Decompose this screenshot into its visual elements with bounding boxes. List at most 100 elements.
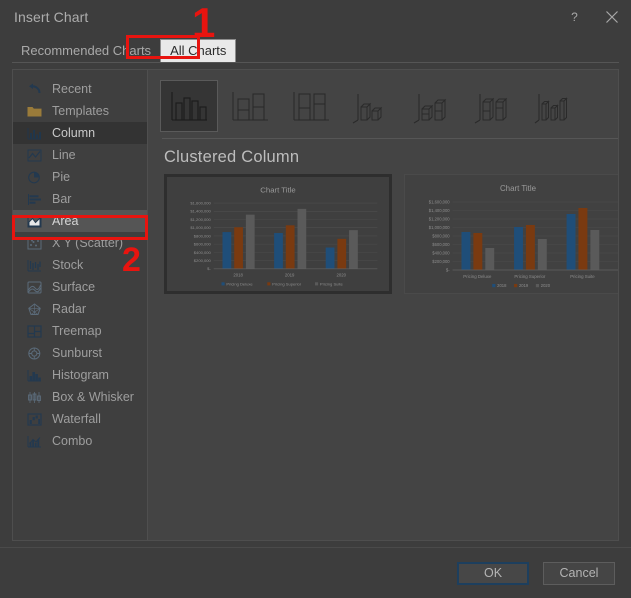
subtype-3d-100-percent-stacked-column[interactable]: [465, 80, 523, 132]
sidebar-item-area[interactable]: Area: [13, 210, 147, 232]
legend-entry: 2018: [497, 283, 507, 288]
sidebar-item-sunburst[interactable]: Sunburst: [13, 342, 147, 364]
insert-chart-dialog: Insert Chart ? Recommended Charts All Ch…: [0, 0, 631, 598]
ytick: $400,000: [194, 250, 212, 255]
chart-subtype-pane: Clustered Column Chart Title $1,600,000 …: [148, 70, 618, 540]
dialog-footer: OK Cancel: [0, 547, 631, 598]
close-icon[interactable]: [593, 0, 631, 33]
subtype-100-percent-stacked-column[interactable]: [282, 80, 340, 132]
sidebar-item-column[interactable]: Column: [13, 122, 147, 144]
tab-strip: Recommended Charts All Charts: [0, 33, 631, 63]
sidebar-item-label: Bar: [52, 192, 72, 206]
ytick: $-: [207, 266, 211, 271]
sidebar-item-pie[interactable]: Pie: [13, 166, 147, 188]
subtype-separator: [162, 138, 618, 139]
sidebar-item-label: Combo: [52, 434, 93, 448]
sidebar-item-label: Box & Whisker: [52, 390, 134, 404]
line-chart-icon: [26, 148, 43, 163]
sidebar-item-surface[interactable]: Surface: [13, 276, 147, 298]
sidebar-item-label: Surface: [52, 280, 96, 294]
chart-preview-by-year[interactable]: Chart Title $1,600,000 $1,400,000 $1,200…: [164, 174, 392, 294]
sidebar-item-recent[interactable]: Recent: [13, 78, 147, 100]
legend-entry: 2020: [541, 283, 551, 288]
sidebar-item-stock[interactable]: Stock: [13, 254, 147, 276]
chart-preview-by-tier[interactable]: Chart Title $1,600,000 $1,400,000 $1,200…: [404, 174, 618, 294]
dialog-body: Recent Templates Column Line Pie Bar Are…: [12, 69, 619, 541]
sidebar-item-treemap[interactable]: Treemap: [13, 320, 147, 342]
subtype-stacked-column[interactable]: [221, 80, 279, 132]
sidebar-item-combo[interactable]: Combo: [13, 430, 147, 452]
sidebar-item-label: Waterfall: [52, 412, 101, 426]
sidebar-item-label: Pie: [52, 170, 71, 184]
ok-button[interactable]: OK: [457, 561, 529, 585]
sidebar-item-box-whisker[interactable]: Box & Whisker: [13, 386, 147, 408]
chart-preview-row: Chart Title $1,600,000 $1,400,000 $1,200…: [160, 174, 618, 294]
xtick: Pricing Superior: [514, 274, 546, 279]
sidebar-item-bar[interactable]: Bar: [13, 188, 147, 210]
bar-chart-icon: [26, 192, 43, 207]
area-chart-icon: [26, 214, 43, 229]
sidebar-item-label: Column: [52, 126, 96, 140]
ytick: $1,400,000: [190, 209, 211, 214]
sidebar-item-radar[interactable]: Radar: [13, 298, 147, 320]
pie-chart-icon: [26, 170, 43, 185]
legend-entry: 2019: [519, 283, 529, 288]
treemap-chart-icon: [26, 324, 43, 339]
chart-subtype-row: [160, 80, 618, 132]
title-bar: Insert Chart ?: [0, 0, 631, 33]
legend-entry: Pricing Superior: [272, 281, 302, 286]
svg-text:?: ?: [571, 10, 578, 24]
ytick: $1,600,000: [429, 199, 450, 204]
histogram-chart-icon: [26, 368, 43, 383]
ytick: $1,200,000: [190, 217, 211, 222]
sidebar-item-label: Treemap: [52, 324, 102, 338]
sidebar-item-label: Sunburst: [52, 346, 103, 360]
tab-underline: [12, 62, 619, 63]
subtype-3d-stacked-column[interactable]: [404, 80, 462, 132]
legend-entry: Pricing Suite: [320, 281, 344, 286]
xtick: Pricing Deluxe: [463, 274, 492, 279]
sidebar-item-label: X Y (Scatter): [52, 236, 124, 250]
ytick: $1,000,000: [190, 225, 211, 230]
sidebar-item-line[interactable]: Line: [13, 144, 147, 166]
ytick: $600,000: [432, 242, 450, 247]
ytick: $1,200,000: [429, 216, 450, 221]
ytick: $200,000: [194, 258, 212, 263]
boxwhisker-chart-icon: [26, 390, 43, 405]
xtick: 2020: [337, 273, 347, 278]
title-bar-buttons: ?: [555, 0, 631, 33]
cancel-button[interactable]: Cancel: [543, 561, 615, 585]
recent-undo-icon: [26, 82, 43, 97]
ytick: $-: [446, 267, 450, 272]
ytick: $1,000,000: [429, 225, 450, 230]
ytick: $200,000: [432, 259, 450, 264]
ytick: $1,400,000: [429, 208, 450, 213]
sidebar-item-label: Recent: [52, 82, 92, 96]
waterfall-chart-icon: [26, 412, 43, 427]
sidebar-item-templates[interactable]: Templates: [13, 100, 147, 122]
sidebar-item-histogram[interactable]: Histogram: [13, 364, 147, 386]
chart-type-name: Clustered Column: [164, 148, 300, 166]
sidebar-item-label: Radar: [52, 302, 87, 316]
sidebar-item-label: Histogram: [52, 368, 109, 382]
surface-chart-icon: [26, 280, 43, 295]
subtype-clustered-column[interactable]: [160, 80, 218, 132]
legend-entry: Pricing Deluxe: [226, 281, 253, 286]
ytick: $800,000: [194, 233, 212, 238]
scatter-chart-icon: [26, 236, 43, 251]
sidebar-item-waterfall[interactable]: Waterfall: [13, 408, 147, 430]
subtype-3d-column[interactable]: [526, 80, 584, 132]
ytick: $1,600,000: [190, 201, 211, 206]
xtick: 2019: [285, 273, 295, 278]
chart-type-sidebar: Recent Templates Column Line Pie Bar Are…: [13, 70, 148, 540]
subtype-3d-clustered-column[interactable]: [343, 80, 401, 132]
combo-chart-icon: [26, 434, 43, 449]
sidebar-item-xy-scatter[interactable]: X Y (Scatter): [13, 232, 147, 254]
tab-recommended-charts[interactable]: Recommended Charts: [12, 40, 160, 63]
help-icon[interactable]: ?: [555, 0, 593, 33]
tab-all-charts[interactable]: All Charts: [160, 39, 237, 63]
sidebar-item-label: Stock: [52, 258, 84, 272]
sidebar-item-label: Line: [52, 148, 76, 162]
xtick: 2018: [233, 273, 243, 278]
radar-chart-icon: [26, 302, 43, 317]
